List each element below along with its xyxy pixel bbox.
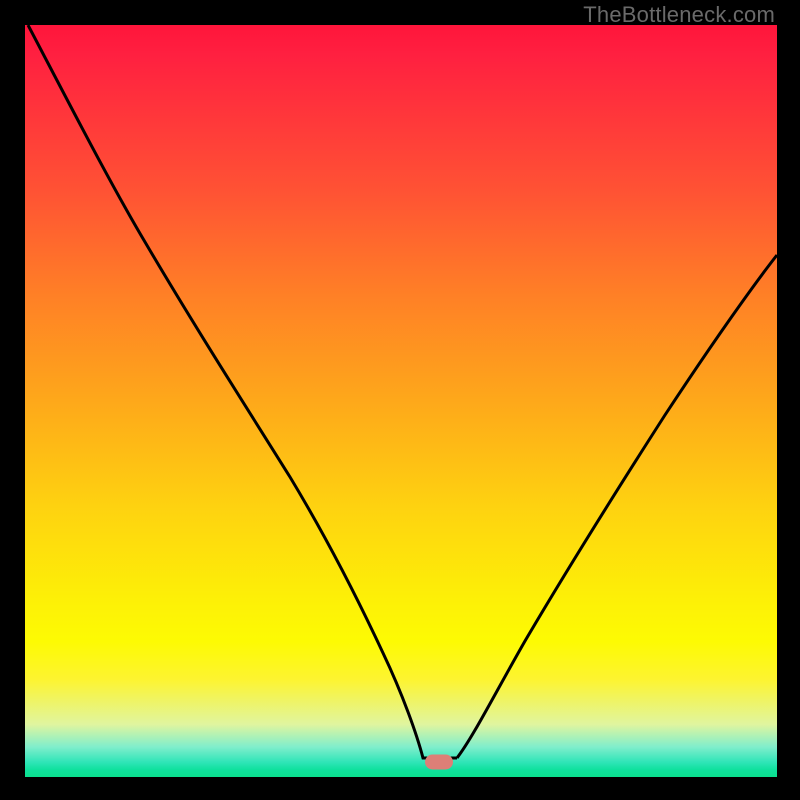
chart-frame: TheBottleneck.com bbox=[0, 0, 800, 800]
attribution-text: TheBottleneck.com bbox=[583, 2, 775, 28]
plot-area bbox=[25, 25, 777, 777]
optimal-marker bbox=[425, 754, 453, 769]
curve-left-branch bbox=[28, 25, 457, 758]
curve-right-branch bbox=[457, 255, 777, 758]
bottleneck-curve bbox=[25, 25, 777, 777]
